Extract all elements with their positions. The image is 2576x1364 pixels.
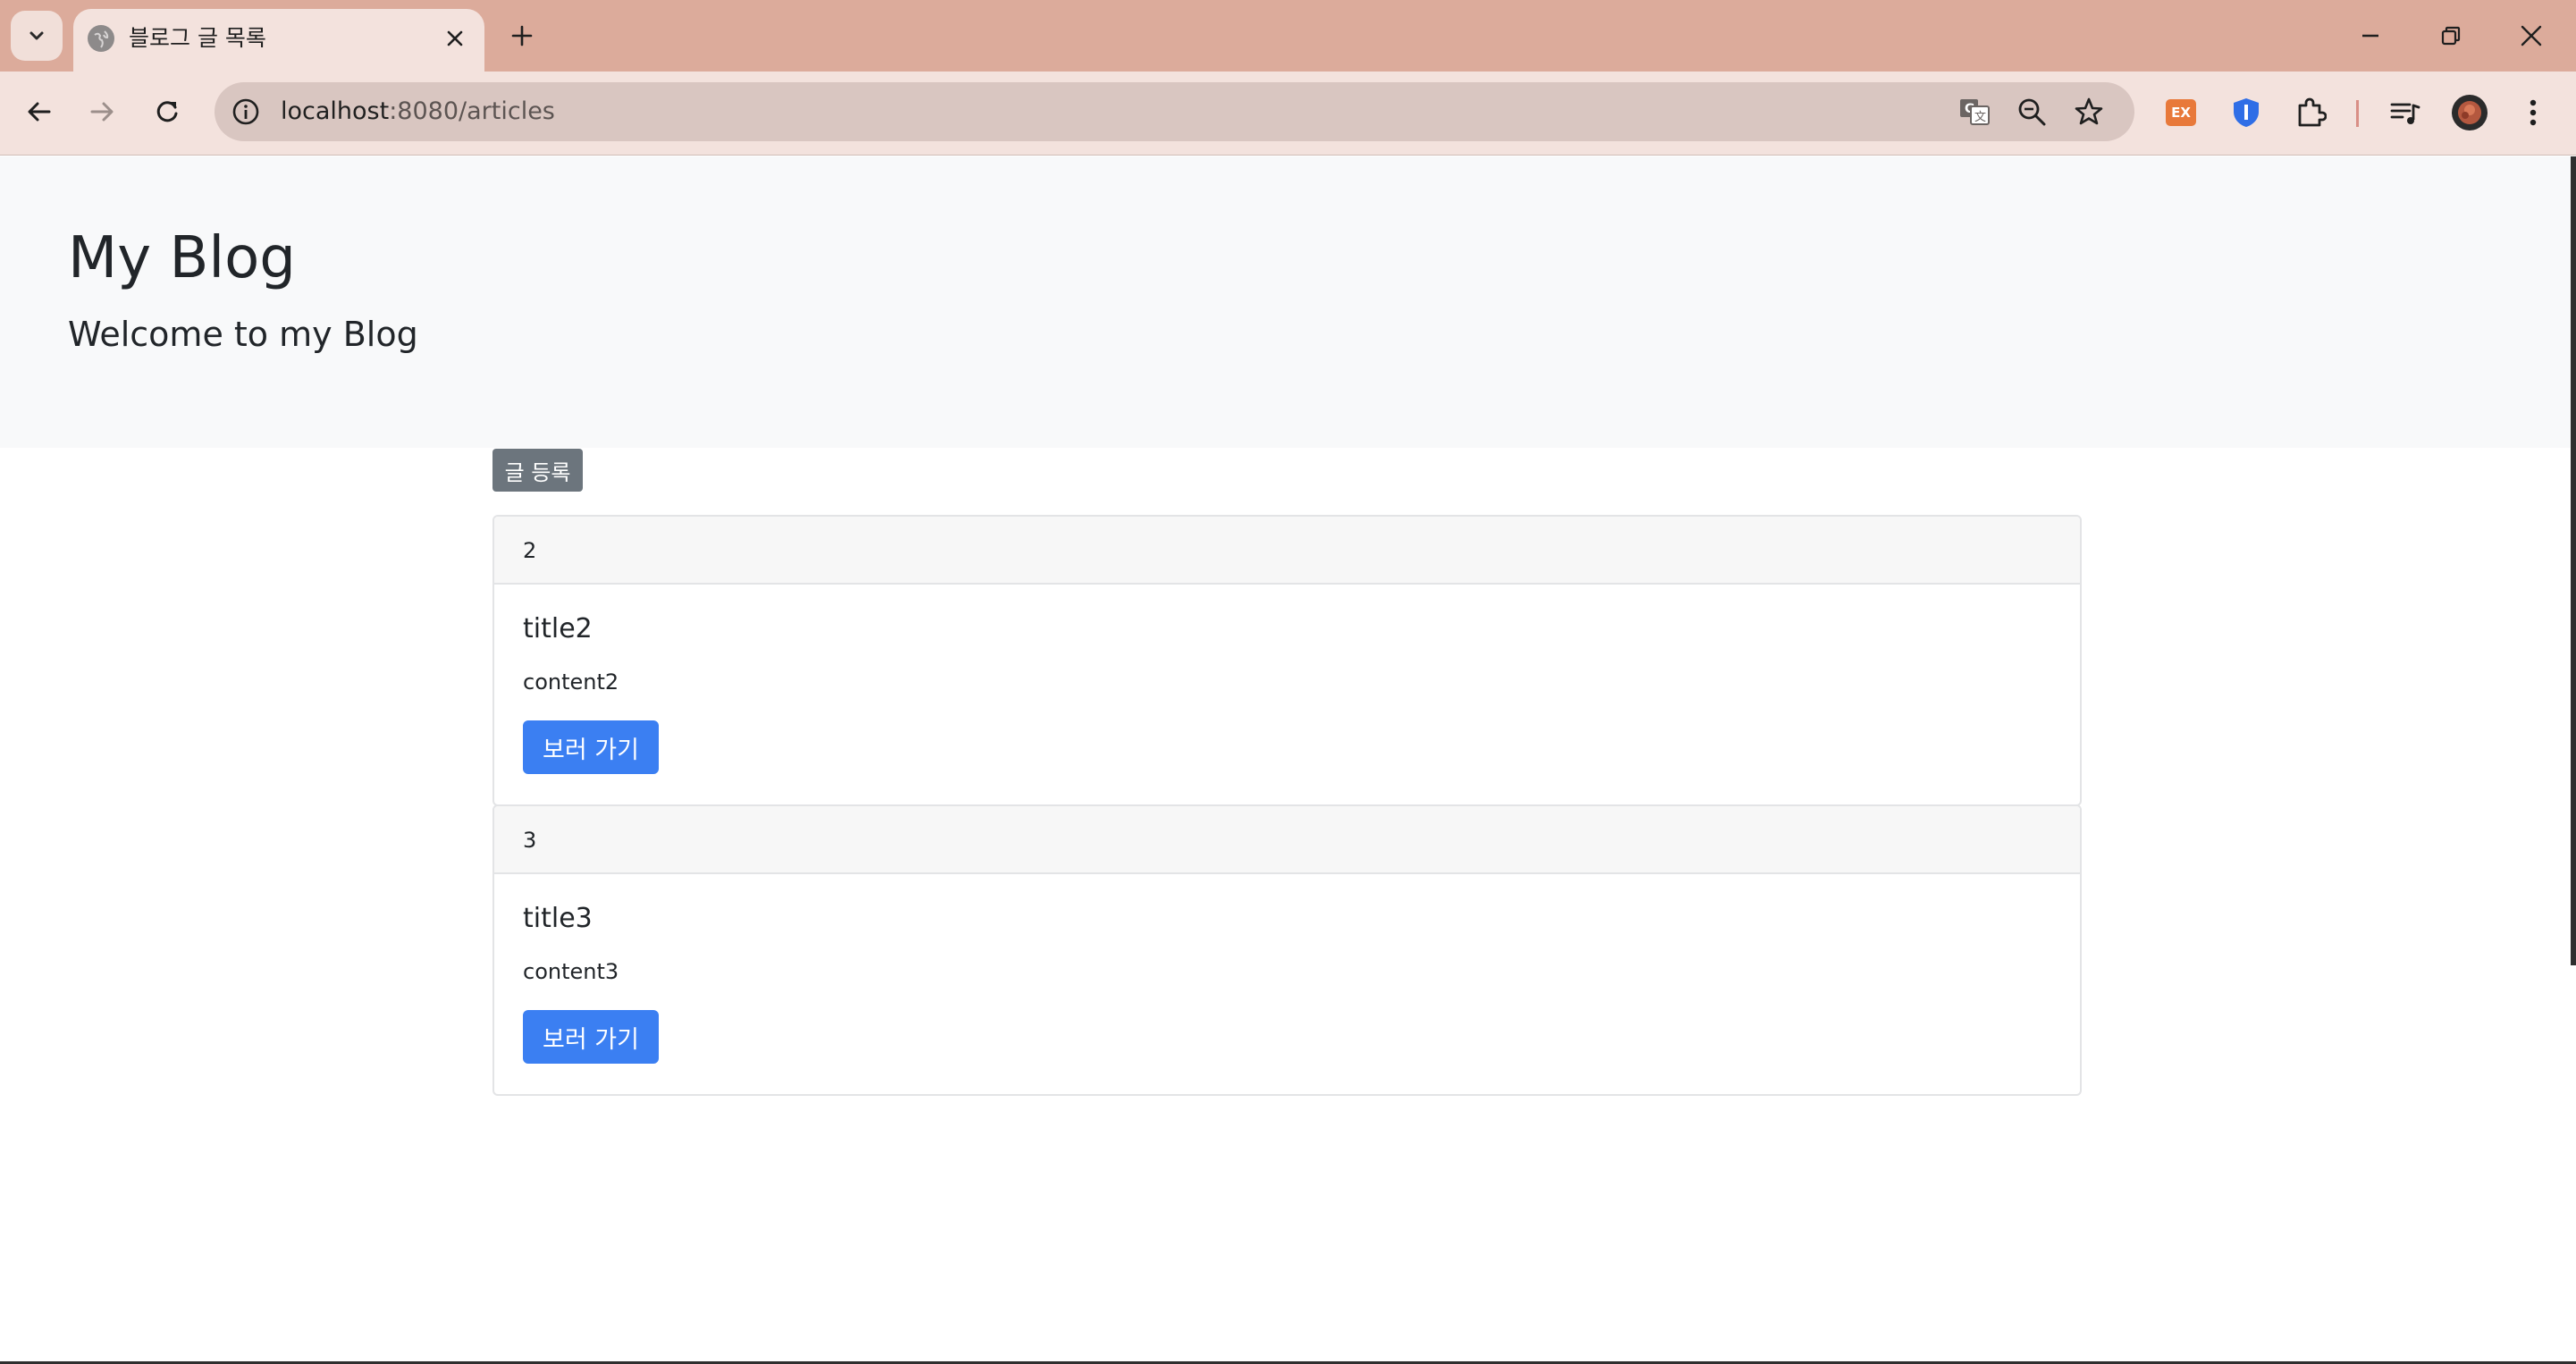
shield-extension-icon[interactable] [2225,91,2268,134]
ex-extension-badge: EX [2166,99,2196,126]
address-bar[interactable]: localhost:8080/articles G文 [215,82,2134,141]
article-card: 3 title3 content3 보러 가기 [492,804,2082,1096]
svg-text:文: 文 [1974,111,1986,124]
forward-arrow-icon[interactable] [80,89,124,134]
article-card-header: 2 [494,517,2080,585]
article-content: content3 [523,959,619,984]
window-right-edge [2571,156,2576,965]
article-card: 2 title2 content2 보러 가기 [492,515,2082,806]
back-arrow-icon[interactable] [17,89,62,134]
active-tab[interactable]: 블로그 글 목록 [73,9,484,72]
puzzle-extensions-icon[interactable] [2289,91,2332,134]
url-path: :8080/articles [389,97,555,125]
close-window-icon[interactable] [2506,11,2556,61]
article-title: title2 [523,613,593,644]
tab-title: 블로그 글 목록 [129,25,266,51]
site-info-icon[interactable] [225,91,266,132]
page-subtitle: Welcome to my Blog [68,315,418,354]
page-viewport: My Blog Welcome to my Blog 글 등록 2 title2… [0,156,2576,1364]
globe-icon [88,25,114,52]
article-card-body: title2 content2 보러 가기 [494,585,2080,804]
article-id: 3 [523,828,537,853]
kebab-menu-icon[interactable] [2512,91,2555,134]
article-card-body: title3 content3 보러 가기 [494,874,2080,1094]
zoom-icon[interactable] [2011,91,2052,132]
tab-strip: 블로그 글 목록 [0,0,2576,72]
article-title: title3 [523,903,593,934]
page-title: My Blog [68,225,296,291]
media-playlist-icon[interactable] [2384,91,2427,134]
article-id: 2 [523,538,537,563]
new-tab-plus-icon[interactable] [502,16,542,55]
view-article-button[interactable]: 보러 가기 [523,720,659,774]
reload-icon[interactable] [145,89,189,134]
article-content: content2 [523,669,619,695]
minimize-icon[interactable] [2345,11,2395,61]
tab-search-button[interactable] [11,11,63,61]
url-text[interactable]: localhost:8080/articles [281,96,555,128]
register-article-button[interactable]: 글 등록 [492,449,583,492]
restore-icon[interactable] [2426,11,2476,61]
ex-extension-icon[interactable]: EX [2159,91,2202,134]
url-host: localhost [281,97,390,125]
view-article-button[interactable]: 보러 가기 [523,1010,659,1064]
translate-icon[interactable]: G文 [1954,91,1995,132]
close-tab-icon[interactable] [438,21,472,55]
article-card-header: 3 [494,806,2080,874]
browser-toolbar: localhost:8080/articles G文 EX [0,72,2576,156]
blog-header: My Blog Welcome to my Blog [0,156,2576,448]
chevron-down-icon [29,31,44,40]
bookmark-star-icon[interactable] [2068,91,2109,132]
profile-avatar[interactable] [2448,91,2491,134]
toolbar-divider [2356,100,2359,127]
